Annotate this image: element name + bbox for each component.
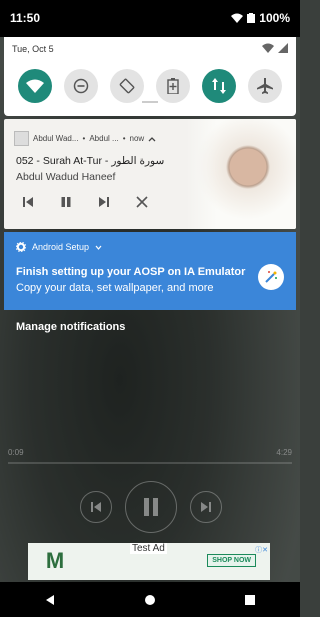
auto-rotate-icon <box>119 78 135 94</box>
wifi-tile[interactable] <box>18 69 52 103</box>
battery-percent: 100% <box>259 11 290 25</box>
status-bar: 11:50 100% <box>0 0 300 37</box>
skip-next-icon <box>99 197 109 207</box>
skip-previous-icon <box>23 197 33 207</box>
status-icons: 100% <box>231 11 290 25</box>
setup-title: Finish setting up your AOSP on IA Emulat… <box>16 266 246 278</box>
media-title: 052 - Surah At-Tur - سورة الطور <box>16 155 165 167</box>
pause-icon <box>61 197 71 207</box>
media-app-name: Abdul Wad... <box>33 134 79 143</box>
battery-saver-tile[interactable] <box>156 69 190 103</box>
do-not-disturb-icon <box>73 78 89 94</box>
chevron-down-icon[interactable] <box>95 245 102 250</box>
chevron-up-icon[interactable] <box>148 136 156 142</box>
qs-drag-handle[interactable] <box>142 101 158 103</box>
ad-label: Test Ad <box>130 543 167 554</box>
battery-icon <box>247 13 256 23</box>
wifi-icon <box>231 13 244 23</box>
auto-rotate-tile[interactable] <box>110 69 144 103</box>
back-icon[interactable] <box>44 594 56 606</box>
mobile-data-tile[interactable] <box>202 69 236 103</box>
airplane-icon <box>257 78 273 94</box>
battery-saver-icon <box>167 78 179 94</box>
home-icon[interactable] <box>144 594 156 606</box>
gear-icon <box>16 242 26 252</box>
wifi-icon <box>262 43 274 53</box>
qs-status-icons <box>262 43 288 53</box>
signal-icon <box>278 43 288 53</box>
setup-app-name: Android Setup <box>32 242 90 252</box>
ad-logo: M <box>45 548 65 573</box>
manage-notifications-button[interactable]: Manage notifications <box>16 321 125 333</box>
airplane-mode-tile[interactable] <box>248 69 282 103</box>
media-header: Abdul Wad... • Abdul ... • now <box>14 131 156 146</box>
clock: 11:50 <box>10 11 41 25</box>
media-controls <box>20 194 150 210</box>
qs-date[interactable]: Tue, Oct 5 <box>12 44 54 54</box>
ad-banner[interactable]: M Test Ad SHOP NOW ⓘ✕ <box>28 543 270 580</box>
media-close-button[interactable] <box>134 194 150 210</box>
setup-header: Android Setup <box>16 242 102 252</box>
data-transfer-icon <box>212 78 226 94</box>
quick-settings-panel: Tue, Oct 5 <box>4 37 296 116</box>
media-next-button[interactable] <box>96 194 112 210</box>
wifi-icon <box>26 79 44 93</box>
ad-close-icon[interactable]: ⓘ✕ <box>255 545 268 555</box>
app-icon <box>14 131 29 146</box>
media-pause-button[interactable] <box>58 194 74 210</box>
media-time: now <box>129 134 145 143</box>
media-notification[interactable]: Abdul Wad... • Abdul ... • now 052 - Sur… <box>4 119 296 229</box>
album-art <box>186 119 296 229</box>
close-icon <box>136 196 148 208</box>
media-artist: Abdul Wadud Haneef <box>16 171 116 183</box>
navigation-bar <box>0 582 300 617</box>
dnd-tile[interactable] <box>64 69 98 103</box>
setup-notification[interactable]: Android Setup Finish setting up your AOS… <box>4 232 296 310</box>
setup-text: Copy your data, set wallpaper, and more <box>16 282 214 294</box>
media-subtext: Abdul ... <box>89 134 119 143</box>
ad-cta-button[interactable]: SHOP NOW <box>207 554 256 567</box>
recents-icon[interactable] <box>244 594 256 606</box>
media-previous-button[interactable] <box>20 194 36 210</box>
magic-wand-icon <box>258 264 284 290</box>
